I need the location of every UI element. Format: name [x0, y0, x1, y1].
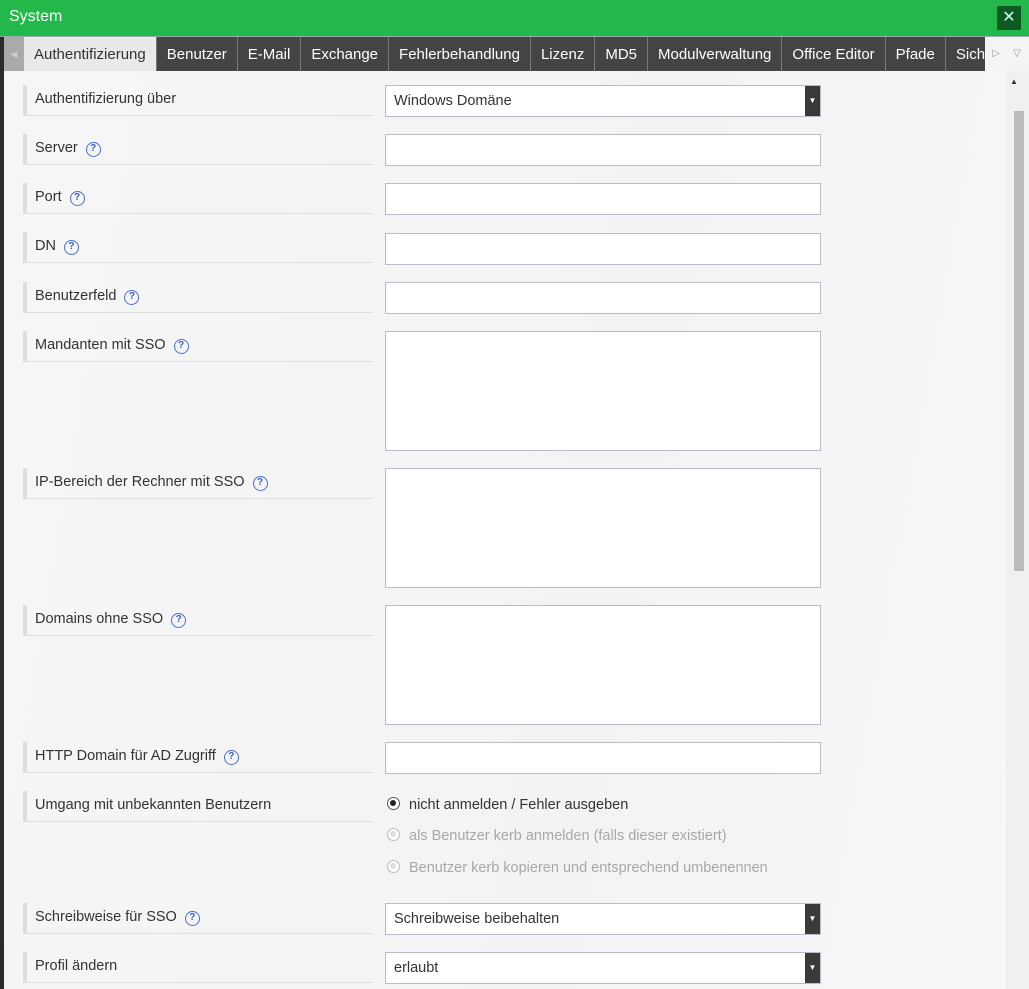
close-button[interactable]: ✕ — [997, 6, 1021, 30]
profile-label: Profil ändern — [23, 952, 373, 983]
tab-pfade[interactable]: Pfade — [886, 37, 946, 71]
tab-scroll-right-icon[interactable]: ▷ — [989, 37, 1003, 71]
server-input[interactable] — [385, 134, 821, 166]
window-title: System — [9, 8, 63, 25]
server-label: Server? — [23, 134, 373, 165]
ip-range-textarea[interactable] — [385, 468, 821, 588]
tab-md5[interactable]: MD5 — [595, 37, 648, 71]
scrollbar[interactable]: ▲ — [1006, 71, 1029, 989]
close-icon: ✕ — [1002, 9, 1016, 26]
select-value: Windows Domäne — [394, 93, 512, 109]
tab-office-editor[interactable]: Office Editor — [782, 37, 886, 71]
mandanten-label: Mandanten mit SSO? — [23, 331, 373, 362]
help-icon[interactable]: ? — [252, 476, 268, 491]
help-icon[interactable]: ? — [63, 240, 79, 255]
tab-lizenz[interactable]: Lizenz — [531, 37, 596, 71]
radio-checked-icon — [387, 797, 400, 810]
label-text: Server — [35, 140, 78, 156]
select-value: erlaubt — [394, 960, 439, 976]
port-label: Port? — [23, 183, 373, 214]
label-text: Umgang mit unbekannten Benutzern — [35, 797, 272, 813]
radio-disabled-icon — [387, 828, 400, 841]
label-text: HTTP Domain für AD Zugriff — [35, 748, 216, 764]
tab-benutzer[interactable]: Benutzer — [157, 37, 238, 71]
profile-select[interactable]: erlaubt ▼ — [385, 952, 821, 984]
help-icon[interactable]: ? — [184, 911, 200, 926]
userfield-input[interactable] — [385, 282, 821, 314]
tab-modulverwaltung[interactable]: Modulverwaltung — [648, 37, 783, 71]
radio-label: nicht anmelden / Fehler ausgeben — [409, 797, 629, 813]
help-icon[interactable]: ? — [173, 339, 189, 354]
tab-authentifizierung[interactable]: Authentifizierung — [24, 37, 157, 71]
userfield-label: Benutzerfeld? — [23, 282, 373, 313]
select-value: Schreibweise beibehalten — [394, 911, 560, 927]
label-text: Schreibweise für SSO — [35, 909, 177, 925]
label-text: Profil ändern — [35, 958, 118, 974]
sso-case-select[interactable]: Schreibweise beibehalten ▼ — [385, 903, 821, 935]
radio-label: Benutzer kerb kopieren und entsprechend … — [409, 860, 768, 876]
tab-fehlerbehandlung[interactable]: Fehlerbehandlung — [389, 37, 531, 71]
help-icon[interactable]: ? — [223, 750, 239, 765]
help-icon[interactable]: ? — [85, 142, 101, 157]
label-text: Port — [35, 189, 62, 205]
tab-sicherh[interactable]: Sicherh — [946, 37, 985, 71]
mandanten-textarea[interactable] — [385, 331, 821, 451]
scroll-up-icon[interactable]: ▲ — [1010, 77, 1018, 86]
auth-select[interactable]: Windows Domäne ▼ — [385, 85, 821, 117]
label-text: Benutzerfeld — [35, 288, 117, 304]
dn-label: DN? — [23, 232, 373, 263]
radio-option-login-kerb[interactable]: als Benutzer kerb anmelden (falls dieser… — [387, 828, 727, 844]
tab-scroll-left-icon[interactable]: ◀ — [4, 37, 24, 71]
tab-e-mail[interactable]: E-Mail — [238, 37, 302, 71]
radio-option-reject[interactable]: nicht anmelden / Fehler ausgeben — [387, 797, 628, 813]
radio-disabled-icon — [387, 860, 400, 873]
tab-menu-icon[interactable]: ▽ — [1009, 37, 1025, 71]
help-icon[interactable]: ? — [69, 191, 85, 206]
chevron-down-icon: ▼ — [805, 904, 820, 934]
dn-input[interactable] — [385, 233, 821, 265]
help-icon[interactable]: ? — [124, 290, 140, 305]
label-text: Mandanten mit SSO — [35, 337, 166, 353]
sso-case-label: Schreibweise für SSO? — [23, 903, 373, 934]
radio-label: als Benutzer kerb anmelden (falls dieser… — [409, 828, 727, 844]
label-text: IP-Bereich der Rechner mit SSO — [35, 474, 245, 490]
http-domain-input[interactable] — [385, 742, 821, 774]
tab-bar: ◀ Authentifizierung Benutzer E-Mail Exchang… — [4, 37, 1029, 71]
help-icon[interactable]: ? — [171, 613, 187, 628]
tab-exchange[interactable]: Exchange — [301, 37, 390, 71]
label-text: Domains ohne SSO — [35, 611, 164, 627]
domains-label: Domains ohne SSO? — [23, 605, 373, 636]
http-domain-label: HTTP Domain für AD Zugriff? — [23, 742, 373, 773]
domains-textarea[interactable] — [385, 605, 821, 725]
chevron-down-icon: ▼ — [805, 86, 820, 116]
label-text: DN — [35, 238, 56, 254]
chevron-down-icon: ▼ — [805, 953, 820, 983]
tabs: Authentifizierung Benutzer E-Mail Exchange F… — [24, 37, 985, 71]
ip-range-label: IP-Bereich der Rechner mit SSO? — [23, 468, 373, 499]
scrollbar-thumb[interactable] — [1014, 111, 1024, 571]
radio-option-copy-kerb[interactable]: Benutzer kerb kopieren und entsprechend … — [387, 860, 768, 876]
port-input[interactable] — [385, 183, 821, 215]
label-text: Authentifizierung über — [35, 91, 177, 107]
window-titlebar: System ✕ — [0, 0, 1029, 37]
unknown-users-label: Umgang mit unbekannten Benutzern — [23, 791, 373, 822]
auth-label: Authentifizierung über — [23, 85, 373, 116]
